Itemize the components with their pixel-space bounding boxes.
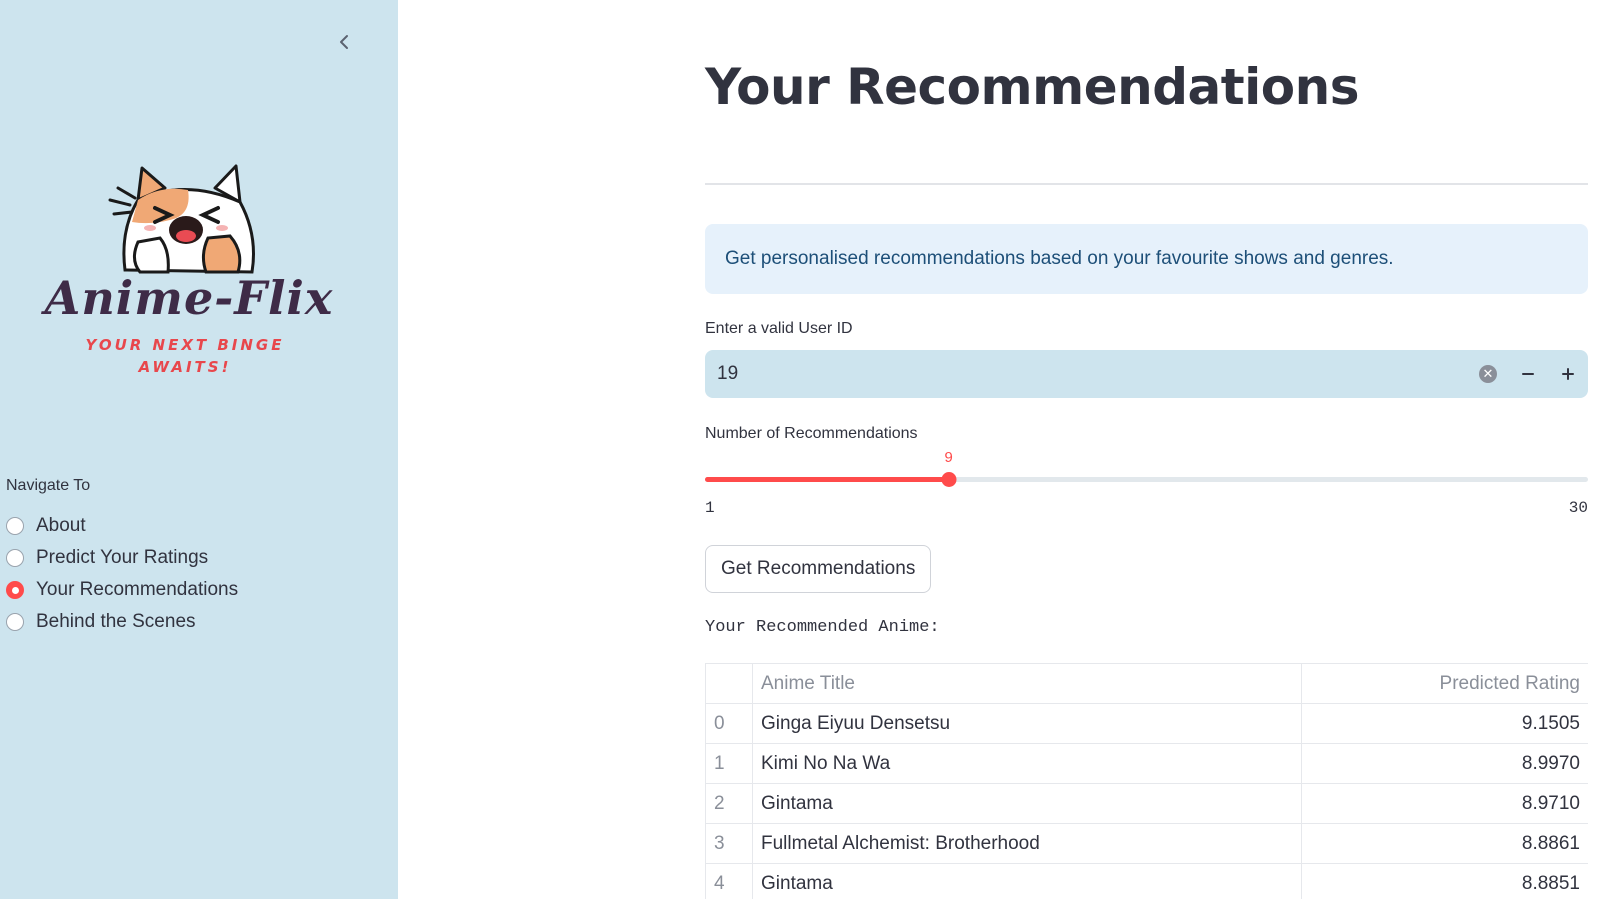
table-row: 4 Gintama 8.8851: [705, 863, 1588, 899]
divider: [705, 183, 1588, 185]
nav-item-your-recommendations[interactable]: Your Recommendations: [6, 574, 238, 606]
row-index: 4: [705, 863, 753, 899]
predicted-rating-cell: 9.1505: [1301, 703, 1588, 744]
collapse-sidebar-button[interactable]: [330, 28, 358, 56]
logo-tagline: YOUR NEXT BINGE AWAITS!: [85, 336, 285, 376]
nav-radio-group: About Predict Your Ratings Your Recommen…: [6, 510, 238, 638]
app: Anime-Flix YOUR NEXT BINGE AWAITS! Navig…: [0, 0, 1598, 899]
slider-track[interactable]: [705, 472, 1588, 487]
predicted-rating-cell: 8.9970: [1301, 743, 1588, 784]
anime-title-cell: Kimi No Na Wa: [752, 743, 1302, 784]
predicted-rating-cell: 8.9710: [1301, 783, 1588, 824]
nav-label: Navigate To: [6, 477, 91, 494]
anime-title-column-header[interactable]: Anime Title: [752, 663, 1302, 704]
radio-icon: [6, 613, 24, 631]
nav-item-label: About: [36, 515, 86, 536]
anime-title-cell: Fullmetal Alchemist: Brotherhood: [752, 823, 1302, 864]
anime-title-cell: Ginga Eiyuu Densetsu: [752, 703, 1302, 744]
slider-min-label: 1: [705, 499, 715, 517]
predicted-rating-cell: 8.8851: [1301, 863, 1588, 899]
chevron-left-icon: [340, 35, 348, 49]
row-index: 0: [705, 703, 753, 744]
sidebar: Anime-Flix YOUR NEXT BINGE AWAITS! Navig…: [0, 0, 398, 899]
logo-title: Anime-Flix: [44, 271, 334, 325]
index-column-header[interactable]: [705, 663, 753, 704]
slider-fill: [705, 477, 949, 482]
get-recommendations-button[interactable]: Get Recommendations: [705, 545, 932, 593]
recommendations-table: Anime Title Predicted Rating 0 Ginga Eiy…: [705, 663, 1588, 899]
table-row: 0 Ginga Eiyuu Densetsu 9.1505: [705, 703, 1588, 744]
user-id-label: Enter a valid User ID: [705, 320, 853, 337]
row-index: 3: [705, 823, 753, 864]
page-title: Your Recommendations: [705, 58, 1360, 116]
table-row: 2 Gintama 8.9710: [705, 783, 1588, 824]
row-index: 2: [705, 783, 753, 824]
info-alert: Get personalised recommendations based o…: [705, 224, 1588, 294]
user-id-number-input: ✕: [705, 350, 1588, 398]
user-id-field[interactable]: [705, 362, 1468, 386]
nav-item-behind-the-scenes[interactable]: Behind the Scenes: [6, 606, 238, 638]
slider-thumb[interactable]: [941, 472, 957, 487]
recommendations-count-label: Number of Recommendations: [705, 425, 918, 442]
radio-selected-icon: [6, 581, 24, 599]
nav-item-label: Behind the Scenes: [36, 611, 196, 632]
anime-title-cell: Gintama: [752, 783, 1302, 824]
row-index: 1: [705, 743, 753, 784]
nav-item-label: Your Recommendations: [36, 579, 239, 600]
results-label: Your Recommended Anime:: [705, 618, 940, 637]
nav-item-predict-your-ratings[interactable]: Predict Your Ratings: [6, 542, 238, 574]
clear-button[interactable]: ✕: [1468, 350, 1508, 398]
slider-value: 9: [944, 450, 954, 467]
increment-button[interactable]: [1548, 350, 1588, 398]
radio-icon: [6, 549, 24, 567]
decrement-button[interactable]: [1508, 350, 1548, 398]
clear-icon: ✕: [1479, 365, 1497, 383]
slider-max-label: 30: [1568, 499, 1588, 517]
info-text: Get personalised recommendations based o…: [725, 248, 1394, 269]
nav-item-label: Predict Your Ratings: [36, 547, 209, 568]
table-header-row: Anime Title Predicted Rating: [705, 663, 1588, 704]
predicted-rating-column-header[interactable]: Predicted Rating: [1301, 663, 1588, 704]
predicted-rating-cell: 8.8861: [1301, 823, 1588, 864]
table-row: 1 Kimi No Na Wa 8.9970: [705, 743, 1588, 784]
radio-icon: [6, 517, 24, 535]
recommendations-slider: 9 1 30: [705, 450, 1588, 520]
minus-icon: [1522, 373, 1534, 375]
table-row: 3 Fullmetal Alchemist: Brotherhood 8.886…: [705, 823, 1588, 864]
plus-icon: [1562, 368, 1574, 380]
anime-title-cell: Gintama: [752, 863, 1302, 899]
nav-item-about[interactable]: About: [6, 510, 238, 542]
